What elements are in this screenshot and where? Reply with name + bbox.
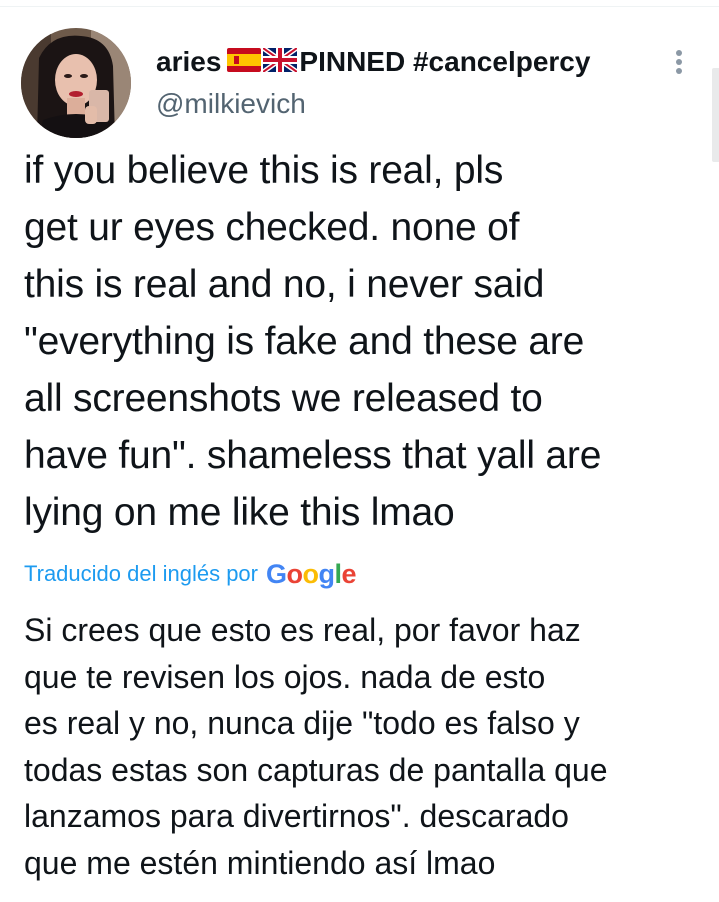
top-divider [0, 0, 719, 7]
tweet-text-line: this is real and no, i never said [24, 263, 545, 306]
google-logo-letter: o [302, 558, 320, 589]
translated-text-line: todas estas son capturas de pantalla que [24, 751, 608, 788]
avatar[interactable] [21, 28, 131, 138]
spain-flag-icon [227, 47, 262, 77]
google-logo-letter: g [318, 558, 336, 589]
display-name[interactable]: aries [156, 46, 221, 78]
tweet-text-line: lying on me like this lmao [24, 491, 455, 534]
tweet-text-line: "everything is fake and these are [24, 320, 585, 363]
uk-flag-icon [261, 45, 299, 77]
user-handle[interactable]: @milkievich [156, 88, 306, 120]
google-logo-letter: G [266, 558, 287, 589]
translated-text: Si crees que esto es real, por favor haz… [24, 607, 704, 886]
dot [676, 68, 682, 74]
more-options-icon[interactable] [668, 46, 690, 78]
translated-text-line: Si crees que esto es real, por favor haz [24, 612, 581, 648]
tweet-text-line: if you believe this is real, pls [24, 149, 504, 192]
translation-attribution[interactable]: Traducido del inglés por Google [24, 557, 357, 591]
tweet-text-line: all screenshots we released to [24, 377, 543, 420]
google-logo-letter: l [334, 558, 343, 589]
tweet-text-line: get ur eyes checked. none of [24, 206, 520, 249]
google-logo-letter: e [341, 558, 357, 589]
author-name-row[interactable]: aries PINNED #cancelpercy [156, 42, 590, 82]
dot [676, 50, 682, 56]
scrollbar-thumb[interactable] [712, 68, 719, 162]
translated-by-label[interactable]: Traducido del inglés por [24, 561, 258, 587]
translated-text-line: es real y no, nunca dije "todo es falso … [24, 705, 580, 741]
translated-text-line: lanzamos para divertirnos". descarado [24, 798, 569, 834]
google-logo-letter: o [286, 558, 304, 589]
translated-text-line: que te revisen los ojos. nada de esto [24, 658, 546, 695]
display-name-suffix[interactable]: PINNED #cancelpercy [299, 46, 590, 78]
tweet-text: if you believe this is real, pls get ur … [24, 142, 704, 541]
google-logo: Google [266, 558, 357, 590]
tweet-text-line: have fun". shameless that yall are [24, 434, 602, 477]
translated-text-line: que me estén mintiendo así lmao [24, 844, 496, 881]
dot [676, 59, 682, 65]
